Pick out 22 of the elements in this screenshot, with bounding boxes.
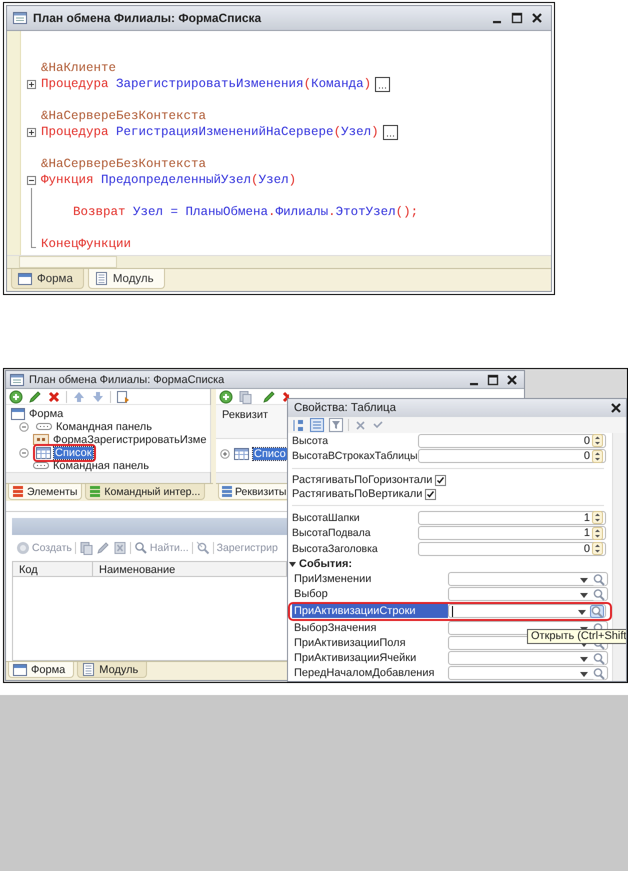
tooltip: Открыть (Ctrl+Shift (527, 629, 626, 644)
code-line: Процедура РегистрацияИзмененийНаСервере(Узел) (41, 125, 379, 139)
property-label: РастягиватьПоВертикали (292, 488, 422, 500)
window-title: План обмена Филиалы: ФормаСписка (29, 374, 226, 386)
code-line: Возврат Узел = ПланыОбмена.Филиалы.ЭтотУзел(); (72, 205, 418, 219)
code-line: &НаСервереБезКонтекста (41, 109, 206, 123)
property-label: РастягиватьПоГоризонтали (292, 474, 432, 486)
property-label: ВысотаШапки (292, 512, 361, 524)
panel-title: Свойства: Таблица (294, 402, 397, 414)
code-line: КонецФункции (41, 237, 132, 251)
column-header: Реквизит (222, 409, 268, 421)
column-header: Код (13, 562, 93, 576)
code-line: Функция ПредопределенныйУзел(Узел) (41, 173, 296, 187)
property-label: ВысотаЗаголовка (292, 542, 379, 555)
code-line: &НаСервереБезКонтекста (41, 157, 206, 171)
property-label: ВысотаВСтрокахТаблицы (292, 450, 418, 462)
code-line: &НаКлиенте (41, 61, 116, 75)
code-line: Процедура ЗарегистрироватьИзменения(Команда) (41, 77, 372, 91)
property-label: ВысотаПодвала (292, 527, 372, 540)
section-heading: События: (299, 558, 352, 570)
window-title: План обмена Филиалы: ФормаСписка (33, 11, 262, 25)
property-label: Высота (292, 434, 330, 447)
